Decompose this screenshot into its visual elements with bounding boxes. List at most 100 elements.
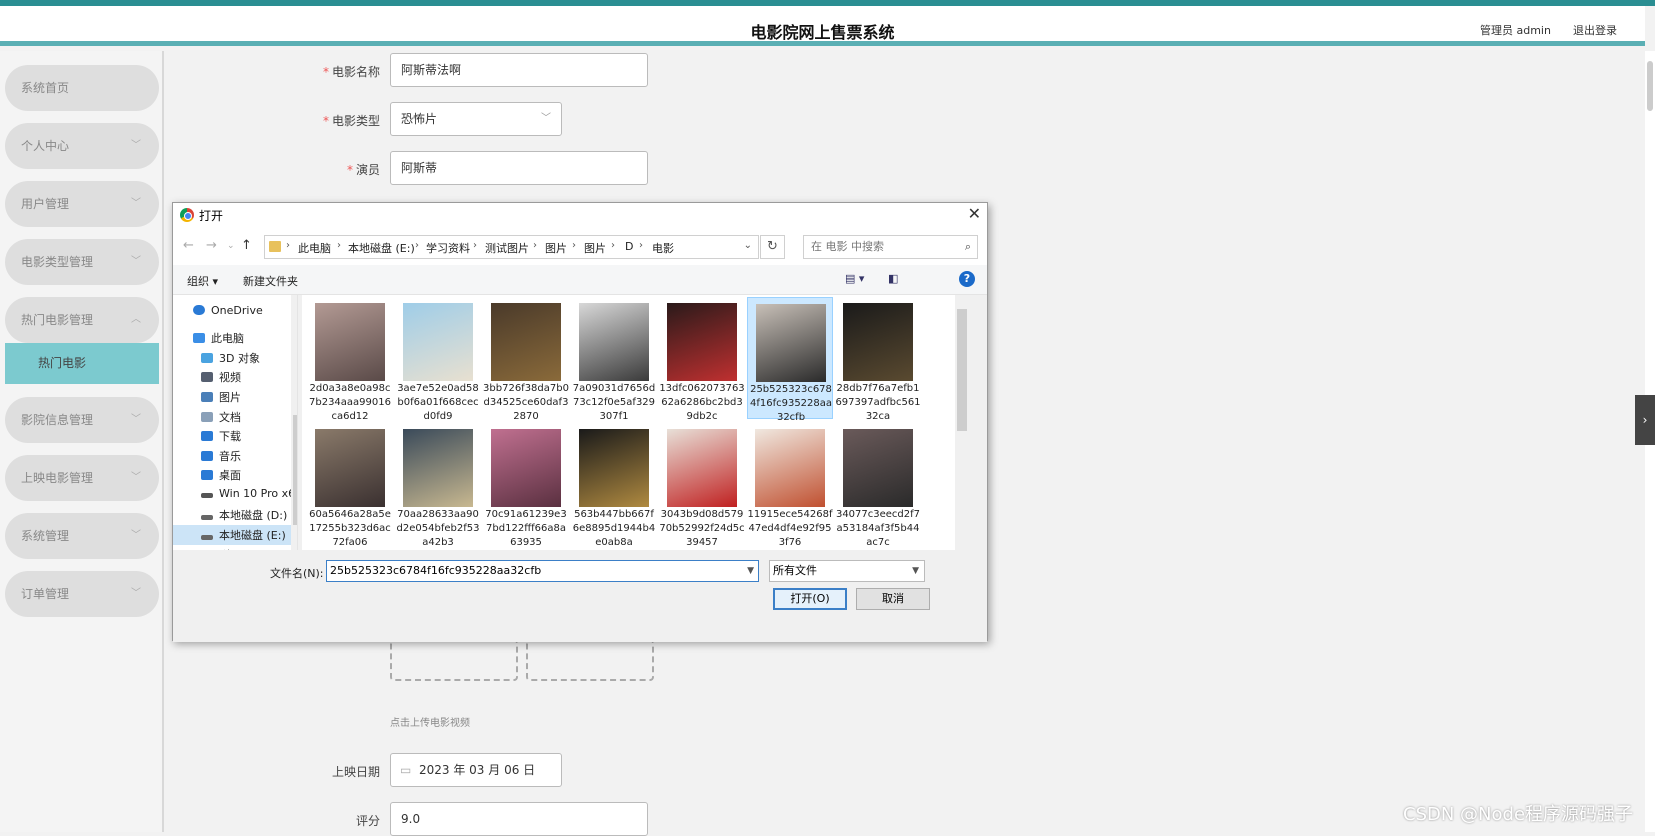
breadcrumb-images-2[interactable]: 图片 bbox=[584, 240, 606, 256]
file-name: 7a09031d7656d73c12f0e5af329307f1 bbox=[572, 383, 656, 422]
file-tile[interactable]: 11915ece54268f47ed4df4e92f953f76 bbox=[747, 423, 833, 548]
file-pane-scrollbar[interactable] bbox=[955, 295, 969, 550]
sidebar-item-movie-types[interactable]: 电影类型管理 ﹀ bbox=[5, 239, 159, 285]
upload-box-1[interactable] bbox=[390, 640, 518, 681]
dialog-nav-row: ← → ⌄ ↑ › 此电脑 › 本地磁盘 (E:) › 学习资料 › 测试图片 … bbox=[173, 227, 987, 265]
file-pane-scroll-thumb[interactable] bbox=[957, 309, 967, 431]
filetype-select[interactable]: 所有文件 ▼ bbox=[769, 560, 925, 582]
cloud-icon bbox=[193, 305, 205, 315]
file-tile[interactable]: 563b447bb667f6e8895d1944b4e0ab8a bbox=[571, 423, 657, 548]
new-folder-button[interactable]: 新建文件夹 bbox=[243, 273, 298, 289]
chevron-down-icon: ﹀ bbox=[131, 140, 141, 151]
refresh-icon[interactable]: ↻ bbox=[760, 235, 785, 259]
breadcrumb-movies[interactable]: 电影 bbox=[652, 240, 674, 256]
nav-item-pictures[interactable]: 图片 bbox=[201, 389, 241, 405]
file-tile[interactable]: 25b525323c6784f16fc935228aa32cfb bbox=[747, 297, 833, 423]
score-input[interactable]: 9.0 bbox=[390, 802, 648, 836]
nav-item-onedrive[interactable]: OneDrive bbox=[193, 304, 263, 317]
breadcrumb-this-pc[interactable]: 此电脑 bbox=[298, 240, 331, 256]
computer-icon bbox=[193, 333, 205, 343]
search-input[interactable]: 在 电影 中搜索 ⌕ bbox=[803, 235, 978, 259]
search-icon: ⌕ bbox=[964, 240, 971, 253]
nav-item-videos[interactable]: 视频 bbox=[201, 369, 241, 385]
nav-item-desktop[interactable]: 桌面 bbox=[201, 467, 241, 483]
sidebar-item-showing-movies[interactable]: 上映电影管理 ﹀ bbox=[5, 455, 159, 501]
chevron-down-icon[interactable]: ⌄ bbox=[744, 240, 752, 251]
forward-arrow-icon[interactable]: → bbox=[206, 238, 217, 253]
back-arrow-icon[interactable]: ← bbox=[183, 238, 194, 253]
sidebar-subitem-hot-movie[interactable]: 热门电影 bbox=[5, 343, 159, 384]
recent-dropdown-icon[interactable]: ⌄ bbox=[227, 241, 235, 251]
actor-input[interactable]: 阿斯蒂 bbox=[390, 151, 648, 185]
file-tile[interactable]: 70aa28633aa90d2e054bfeb2f53a42b3 bbox=[395, 423, 481, 548]
up-arrow-icon[interactable]: ↑ bbox=[241, 238, 252, 253]
file-tile[interactable]: 3ae7e52e0ad58b0f6a01f668cecd0fd9 bbox=[395, 297, 481, 422]
sidebar-item-cinema-info[interactable]: 影院信息管理 ﹀ bbox=[5, 397, 159, 443]
breadcrumb-separator-icon: › bbox=[337, 240, 341, 251]
close-icon[interactable]: ✕ bbox=[968, 204, 981, 223]
nav-item-documents[interactable]: 文档 bbox=[201, 409, 241, 425]
chevron-down-icon[interactable]: ▼ bbox=[747, 561, 754, 581]
nav-item-downloads[interactable]: 下载 bbox=[201, 428, 241, 444]
nav-pane-scrollbar[interactable] bbox=[291, 295, 297, 550]
breadcrumb-images-1[interactable]: 图片 bbox=[545, 240, 567, 256]
breadcrumb-study[interactable]: 学习资料 bbox=[426, 240, 470, 256]
file-tile[interactable]: 3043b9d08d57970b52992f24d5c39457 bbox=[659, 423, 745, 548]
view-options-icon[interactable]: ▤ ▾ bbox=[845, 272, 864, 285]
app-title: 电影院网上售票系统 bbox=[750, 23, 895, 42]
breadcrumb-separator-icon: › bbox=[611, 240, 615, 251]
sidebar-item-home[interactable]: 系统首页 bbox=[5, 65, 159, 111]
upload-box-2[interactable] bbox=[526, 640, 654, 681]
help-icon[interactable]: ? bbox=[959, 271, 975, 287]
file-tile[interactable]: 13dfc06207376362a6286bc2bd39db2c bbox=[659, 297, 745, 422]
logout-link[interactable]: 退出登录 bbox=[1573, 22, 1617, 38]
cube-icon bbox=[201, 353, 213, 363]
release-date-input[interactable]: ▭ 2023 年 03 月 06 日 bbox=[390, 753, 562, 787]
breadcrumb-test-images[interactable]: 测试图片 bbox=[485, 240, 529, 256]
organize-button[interactable]: 组织 ▾ bbox=[187, 273, 218, 289]
movie-type-label: * 电影类型 bbox=[322, 114, 380, 128]
upload-video-hint[interactable]: 点击上传电影视频 bbox=[390, 714, 470, 729]
open-button[interactable]: 打开(O) bbox=[773, 588, 847, 610]
nav-pane-scroll-thumb[interactable] bbox=[293, 415, 297, 525]
nav-item-drive-d[interactable]: 本地磁盘 (D:) bbox=[201, 507, 287, 523]
score-label: 评分 bbox=[355, 814, 380, 828]
side-expand-tab[interactable]: › bbox=[1635, 395, 1655, 445]
file-thumbnail-image bbox=[315, 429, 385, 507]
page-scrollbar-thumb[interactable] bbox=[1647, 61, 1653, 111]
nav-item-3d-objects[interactable]: 3D 对象 bbox=[201, 350, 260, 366]
nav-item-drive-e[interactable]: 本地磁盘 (E:) bbox=[173, 525, 291, 545]
nav-item-this-pc[interactable]: 此电脑 bbox=[193, 330, 244, 346]
filename-input[interactable]: 25b525323c6784f16fc935228aa32cfb ▼ bbox=[326, 560, 759, 582]
file-thumbnail-image bbox=[491, 303, 561, 381]
chevron-down-icon: ﹀ bbox=[131, 588, 141, 599]
breadcrumb-d[interactable]: D bbox=[625, 240, 633, 253]
nav-item-music[interactable]: 音乐 bbox=[201, 448, 241, 464]
admin-user-label[interactable]: 管理员 admin bbox=[1480, 22, 1551, 38]
release-date-label: 上映日期 bbox=[331, 765, 380, 779]
dialog-toolbar: 组织 ▾ 新建文件夹 ▤ ▾ ◧ ? bbox=[173, 265, 987, 295]
sidebar-item-hot-movies[interactable]: 热门电影管理 ︿ bbox=[5, 297, 159, 343]
file-tile[interactable]: 3bb726f38da7b0d34525ce60daf32870 bbox=[483, 297, 569, 422]
file-thumbnail-image bbox=[667, 429, 737, 507]
sidebar-item-system[interactable]: 系统管理 ﹀ bbox=[5, 513, 159, 559]
sidebar-item-personal[interactable]: 个人中心 ﹀ bbox=[5, 123, 159, 169]
picture-icon bbox=[201, 392, 213, 402]
file-tile[interactable]: 28db7f76a7efb1697397adfbc56132ca bbox=[835, 297, 921, 422]
file-tile[interactable]: 2d0a3a8e0a98c7b234aaa99016ca6d12 bbox=[307, 297, 393, 422]
document-icon bbox=[201, 412, 213, 422]
file-tile[interactable]: 60a5646a28a5e17255b323d6ac72fa06 bbox=[307, 423, 393, 548]
breadcrumb-separator-icon: › bbox=[639, 240, 643, 251]
file-tile[interactable]: 34077c3eecd2f7a53184af3f5b44ac7c bbox=[835, 423, 921, 548]
address-bar[interactable]: › 此电脑 › 本地磁盘 (E:) › 学习资料 › 测试图片 › 图片 › 图… bbox=[264, 235, 759, 259]
nav-item-win10-drive[interactable]: Win 10 Pro x64 bbox=[201, 487, 297, 500]
breadcrumb-drive-e[interactable]: 本地磁盘 (E:) bbox=[348, 240, 415, 256]
sidebar-item-orders[interactable]: 订单管理 ﹀ bbox=[5, 571, 159, 617]
preview-pane-icon[interactable]: ◧ bbox=[888, 272, 898, 285]
movie-type-select[interactable]: 恐怖片 ﹀ bbox=[390, 102, 562, 136]
sidebar-item-users[interactable]: 用户管理 ﹀ bbox=[5, 181, 159, 227]
file-tile[interactable]: 70c91a61239e37bd122fff66a8a63935 bbox=[483, 423, 569, 548]
cancel-button[interactable]: 取消 bbox=[856, 588, 930, 610]
file-tile[interactable]: 7a09031d7656d73c12f0e5af329307f1 bbox=[571, 297, 657, 422]
movie-name-input[interactable]: 阿斯蒂法啊 bbox=[390, 53, 648, 87]
